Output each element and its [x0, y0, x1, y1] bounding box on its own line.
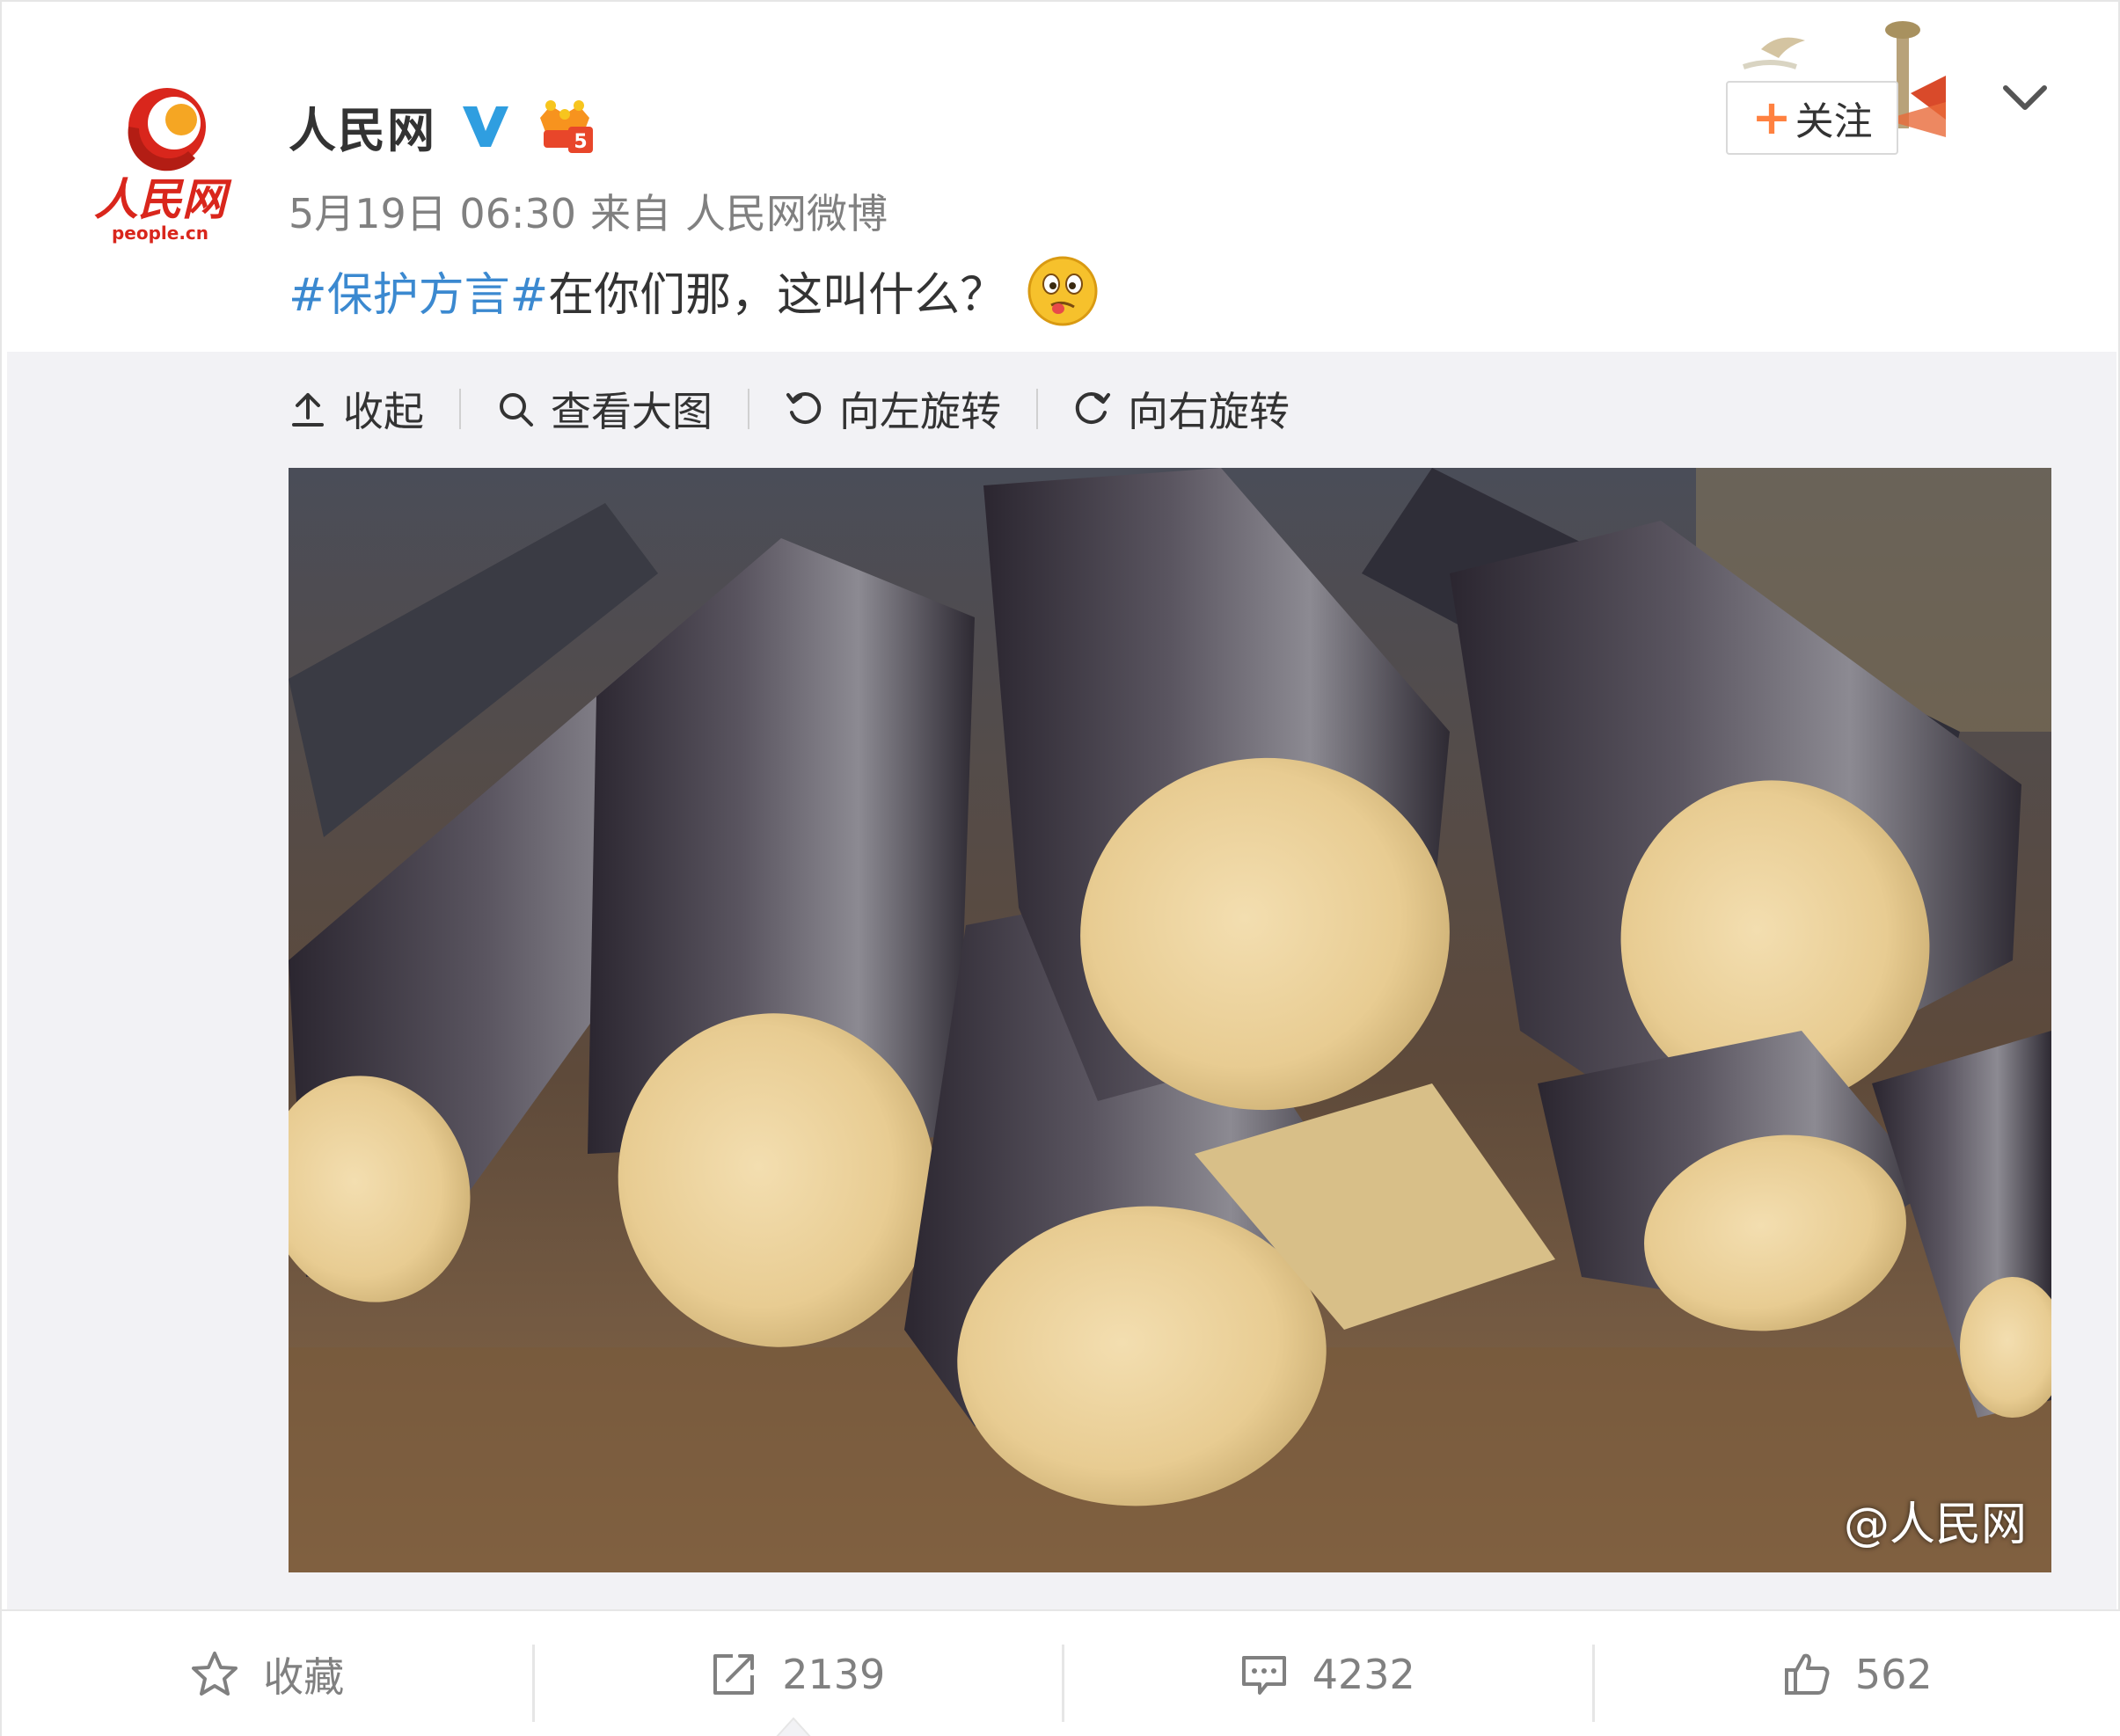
repost-count: 2139 [782, 1651, 886, 1698]
author-row: 人民网 5 [289, 95, 596, 158]
image-watermark: @人民网 [1843, 1499, 2027, 1551]
media-panel: 收起 查看大图 向左旋转 向右旋转 @人民网 [7, 352, 2116, 1609]
view-large-button[interactable]: 查看大图 [496, 380, 713, 438]
comment-button[interactable]: 4232 [1062, 1611, 1592, 1736]
comment-icon [1241, 1656, 1286, 1695]
source-prefix: 来自 [590, 190, 671, 237]
follow-label: 关注 [1795, 99, 1873, 144]
rotate-right-icon [1075, 392, 1110, 425]
post-image[interactable]: @人民网 [289, 468, 2051, 1572]
post-time[interactable]: 5月19日 06:30 [289, 190, 576, 237]
collapse-button[interactable]: 收起 [289, 380, 424, 438]
weibo-post-card: 人民网 people.cn 人民网 5 5月19日 06:30 来自 人民网微博 #… [0, 0, 2120, 1736]
toolbar-divider [1036, 389, 1038, 429]
view-large-label: 查看大图 [551, 388, 713, 435]
comment-caret-icon [776, 1717, 811, 1736]
member-badge-icon[interactable]: 5 [533, 97, 596, 155]
star-icon [192, 1652, 238, 1696]
rotate-right-label: 向右旋转 [1128, 388, 1290, 435]
toolbar-divider [459, 389, 461, 429]
like-icon [1784, 1653, 1830, 1695]
repost-icon [713, 1654, 755, 1695]
post-meta: 5月19日 06:30 来自 人民网微博 [289, 182, 902, 240]
chevron-down-icon[interactable] [1999, 79, 2051, 118]
avatar[interactable]: 人民网 people.cn [90, 81, 239, 257]
svg-text:people.cn: people.cn [112, 222, 208, 244]
follow-button[interactable]: + 关注 [1726, 81, 1898, 155]
like-button[interactable]: 562 [1591, 1611, 2120, 1736]
rotate-left-label: 向左旋转 [839, 388, 1001, 435]
collapse-label: 收起 [343, 388, 424, 435]
plus-icon: + [1751, 90, 1792, 145]
favorite-label: 收藏 [263, 1653, 345, 1701]
search-icon [500, 393, 533, 427]
topic-link[interactable]: #保护方言# [289, 258, 548, 324]
action-bar: 收藏 2139 4232 562 [2, 1609, 2120, 1736]
post-text: #保护方言# 在你们那，这叫什么？ [289, 252, 1100, 328]
rotate-left-button[interactable]: 向左旋转 [785, 380, 1001, 438]
toolbar-divider [748, 389, 749, 429]
post-source[interactable]: 人民网微博 [685, 190, 888, 237]
people-logo: 人民网 people.cn [94, 88, 232, 244]
rotate-right-button[interactable]: 向右旋转 [1073, 380, 1290, 438]
author-name[interactable]: 人民网 [289, 91, 436, 161]
favorite-button[interactable]: 收藏 [2, 1611, 532, 1736]
sugarcane-photo [289, 468, 2051, 1572]
post-body: 在你们那，这叫什么？ [548, 268, 1006, 322]
like-count: 562 [1854, 1651, 1933, 1698]
verified-icon[interactable] [459, 101, 512, 150]
collapse-icon [292, 393, 324, 427]
media-toolbar: 收起 查看大图 向左旋转 向右旋转 [289, 378, 1290, 440]
svg-text:5: 5 [574, 131, 587, 153]
comment-count: 4232 [1312, 1651, 1415, 1698]
svg-text:人民网: 人民网 [94, 173, 232, 225]
emoji-icon [1027, 256, 1098, 326]
rotate-left-icon [786, 392, 822, 425]
